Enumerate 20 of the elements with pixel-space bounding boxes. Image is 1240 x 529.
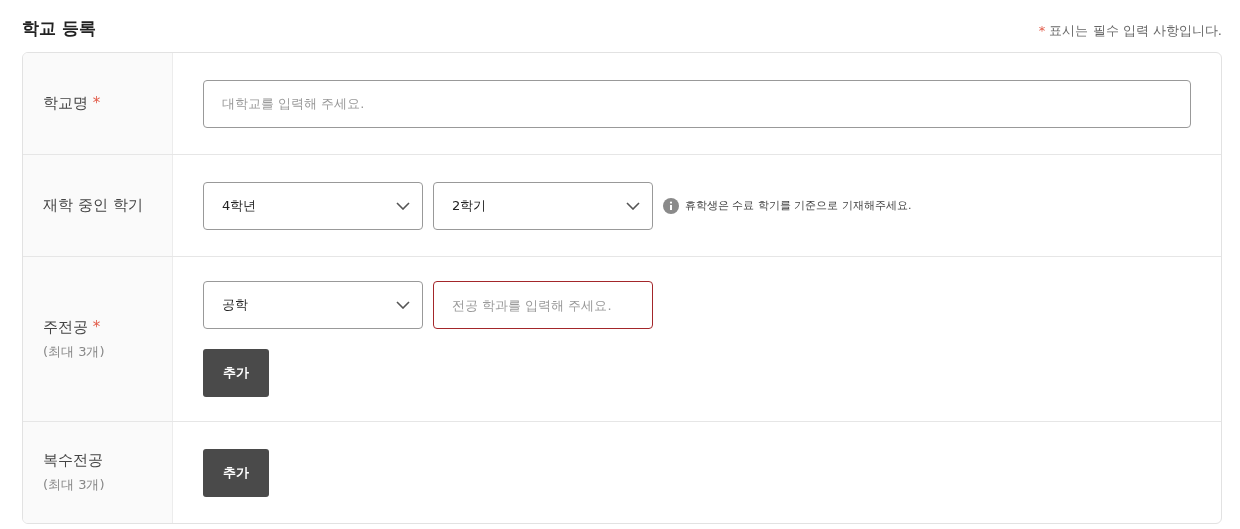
add-button[interactable]: 추가 [203, 448, 269, 497]
chevron-down-icon [396, 301, 410, 309]
field-hint: (최대 3개) [43, 342, 106, 361]
dropdown[interactable]: 공학 [203, 281, 423, 329]
info-text: 휴학생은 수료 학기를 기준으로 기재해주세요. [685, 198, 912, 213]
field-label: 학교명 * [43, 94, 102, 113]
required-note: * 표시는 필수 입력 사항입니다. [1038, 22, 1222, 40]
text-field[interactable]: 대학교를 입력해 주세요. [203, 79, 1191, 128]
dropdown[interactable]: 2학기 [433, 181, 653, 230]
chevron-down-icon [396, 201, 410, 210]
field-label: 재학 중인 학기 [43, 196, 144, 215]
info-icon [663, 197, 679, 214]
field-hint: (최대 3개) [43, 476, 106, 494]
add-button[interactable]: 추가 [203, 349, 269, 397]
field-label: 주전공 * [43, 317, 102, 337]
dropdown[interactable]: 4학년 [203, 181, 423, 230]
section-title: 학교 등록 [22, 16, 96, 40]
text-field[interactable]: 전공 학과를 입력해 주세요. [433, 281, 653, 329]
field-label: 복수전공 [43, 451, 104, 470]
chevron-down-icon [626, 201, 640, 210]
